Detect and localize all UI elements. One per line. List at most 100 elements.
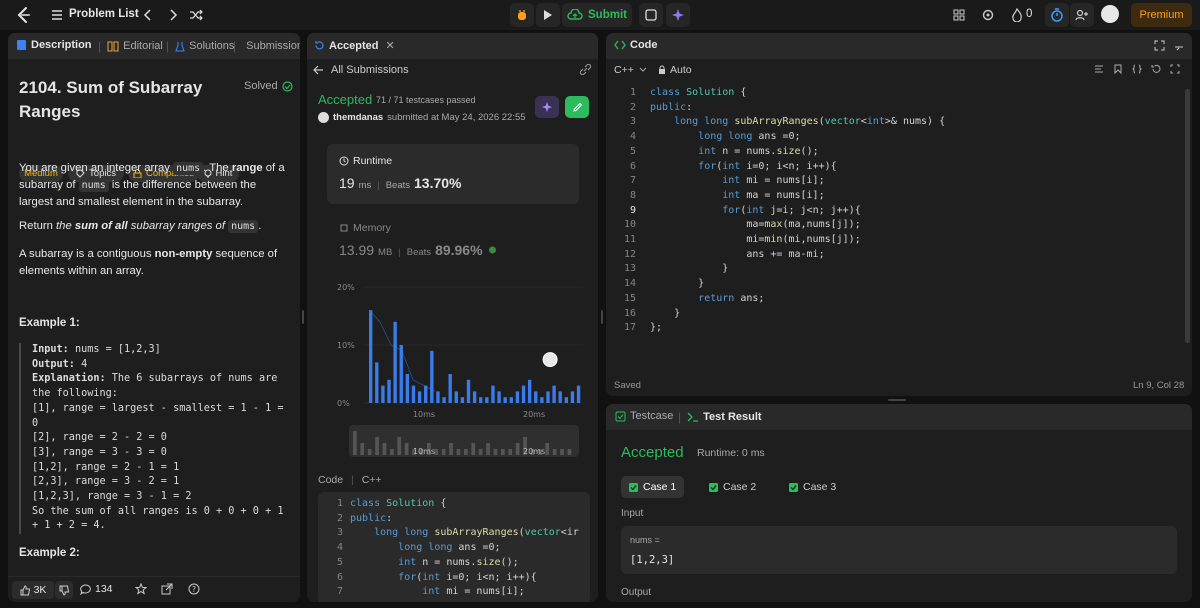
runtime-header: Runtime — [339, 155, 392, 167]
runtime-bar — [393, 321, 397, 403]
bookmark-icon[interactable] — [1113, 64, 1123, 74]
leetcode-logo-icon[interactable] — [14, 5, 34, 25]
expand-icon[interactable] — [1154, 40, 1165, 51]
auto-mode[interactable]: Auto — [658, 64, 692, 76]
submit-button[interactable]: Submit — [562, 3, 632, 27]
problem-list-link[interactable]: Problem List — [69, 8, 139, 20]
tab-solutions[interactable]: | Solutions — [166, 39, 234, 53]
code-line[interactable]: for(int i=0; i<n; i++){ — [650, 161, 836, 172]
language-select[interactable]: C++ — [614, 64, 647, 76]
left-splitter-handle[interactable] — [302, 310, 304, 324]
runtime-label: Runtime — [353, 155, 393, 167]
fire-icon[interactable] — [1010, 7, 1024, 23]
case-tab-2[interactable]: Case 2 — [701, 476, 764, 498]
check-icon — [709, 482, 718, 492]
flask-icon — [175, 41, 185, 52]
tab-test-result[interactable]: | Test Result — [678, 410, 762, 424]
like-button[interactable]: 3K — [12, 581, 54, 599]
tab-testcase[interactable]: Testcase — [615, 410, 673, 422]
runtime-bar — [442, 397, 446, 403]
runtime-bar — [375, 362, 379, 403]
code-line[interactable]: ans += ma-mi; — [650, 249, 824, 260]
code-line[interactable]: class Solution { — [650, 87, 746, 98]
format-icon[interactable] — [1094, 64, 1104, 74]
ai-analyze-button[interactable] — [535, 96, 559, 118]
shuffle-icon[interactable] — [188, 7, 204, 23]
chevron-left-icon[interactable] — [140, 7, 156, 23]
mini-bar — [471, 443, 476, 455]
edit-note-button[interactable] — [565, 96, 589, 118]
code-line[interactable]: long long subArrayRanges(vector<int>& nu… — [650, 116, 945, 127]
runtime-card[interactable]: Runtime 19 ms | Beats 13.70% — [327, 144, 579, 204]
runtime-unit: ms — [358, 180, 372, 191]
tab-editorial[interactable]: | Editorial — [98, 39, 163, 53]
tab-description[interactable]: Description — [16, 39, 92, 51]
code-line[interactable]: return ans; — [650, 293, 764, 304]
gear-icon[interactable] — [980, 7, 996, 23]
all-submissions-link[interactable]: All Submissions — [313, 64, 409, 76]
dislike-button[interactable] — [55, 581, 73, 599]
reset-icon[interactable] — [1151, 64, 1161, 74]
tab-testcase-label: Testcase — [630, 410, 674, 422]
checkbox-icon — [615, 411, 626, 421]
code-line: long long subArrayRanges(vector<ir — [374, 527, 579, 539]
description-panel: Description | Editorial | Solutions | Su… — [8, 33, 300, 602]
code-line[interactable]: } — [650, 308, 680, 319]
code-line[interactable]: }; — [650, 322, 662, 333]
star-icon[interactable] — [135, 583, 147, 595]
debug-button[interactable] — [510, 3, 534, 27]
mini-bar — [486, 443, 490, 455]
tab-accepted[interactable]: Accepted ✕ — [314, 39, 395, 52]
code-line[interactable]: } — [650, 278, 704, 289]
code-line[interactable]: public: — [650, 102, 692, 113]
code-line[interactable]: mi=min(mi,nums[j]); — [650, 234, 860, 245]
timer-button[interactable] — [1045, 3, 1069, 27]
memory-values: 13.99 MB | Beats 89.96% — [339, 242, 498, 258]
add-user-button[interactable] — [1070, 3, 1094, 27]
case-tab-3[interactable]: Case 3 — [781, 476, 844, 498]
tab-submissions[interactable]: | Submissions — [233, 39, 300, 53]
avatar[interactable] — [1101, 5, 1119, 23]
memory-unit: MB — [378, 247, 393, 258]
memory-value: 13.99 — [339, 242, 375, 258]
code-line[interactable]: for(int j=i; j<n; j++){ — [650, 205, 860, 216]
case-tab-1[interactable]: Case 1 — [621, 476, 685, 498]
code-line[interactable]: long long ans =0; — [650, 131, 800, 142]
code-line[interactable]: } — [650, 263, 728, 274]
tab-accepted-label: Accepted — [329, 39, 379, 52]
ai-sparkle-button[interactable] — [666, 3, 690, 27]
runtime-bar — [479, 397, 483, 403]
premium-button[interactable]: Premium — [1131, 3, 1192, 27]
comments-button[interactable]: 134 — [80, 583, 113, 595]
problem-title-line1: 2104. Sum of Subarray — [19, 78, 203, 97]
runtime-bar — [472, 391, 477, 403]
fullscreen-icon[interactable] — [1170, 64, 1180, 74]
code-line[interactable]: int n = nums.size(); — [650, 146, 818, 157]
submitter-name[interactable]: themdanas — [333, 112, 383, 123]
mid-splitter-handle[interactable] — [601, 310, 603, 324]
language-value: C++ — [614, 64, 634, 76]
runtime-distribution-chart[interactable]: 20% 10% 0% 10ms 20ms 10ms 20ms — [327, 273, 587, 463]
close-icon[interactable]: ✕ — [386, 39, 395, 52]
run-button[interactable] — [536, 3, 560, 27]
notes-button[interactable] — [639, 3, 663, 27]
link-icon[interactable] — [579, 64, 592, 75]
code-line[interactable]: int ma = nums[i]; — [650, 190, 824, 201]
case-tab-label: Case 1 — [643, 481, 677, 493]
chevron-right-icon[interactable] — [165, 7, 181, 23]
book-icon — [107, 41, 119, 51]
code-editor[interactable]: 1 class Solution {2 public: 3 long long sub… — [606, 85, 1184, 375]
share-icon[interactable] — [161, 583, 173, 595]
code-line[interactable]: ma=max(ma,nums[j]); — [650, 219, 860, 230]
help-icon[interactable]: ? — [188, 583, 200, 595]
collapse-icon[interactable] — [1174, 40, 1185, 51]
memory-header[interactable]: Memory — [339, 222, 391, 234]
tab-code[interactable]: Code — [614, 39, 658, 51]
code-line[interactable]: int mi = nums[i]; — [650, 175, 824, 186]
runtime-bar — [369, 310, 373, 403]
editor-scrollbar[interactable] — [1185, 89, 1190, 343]
horizontal-splitter-handle[interactable] — [888, 399, 906, 401]
braces-icon[interactable] — [1132, 64, 1142, 74]
layout-icon[interactable] — [951, 7, 967, 23]
runtime-beats-label: Beats — [385, 180, 411, 191]
